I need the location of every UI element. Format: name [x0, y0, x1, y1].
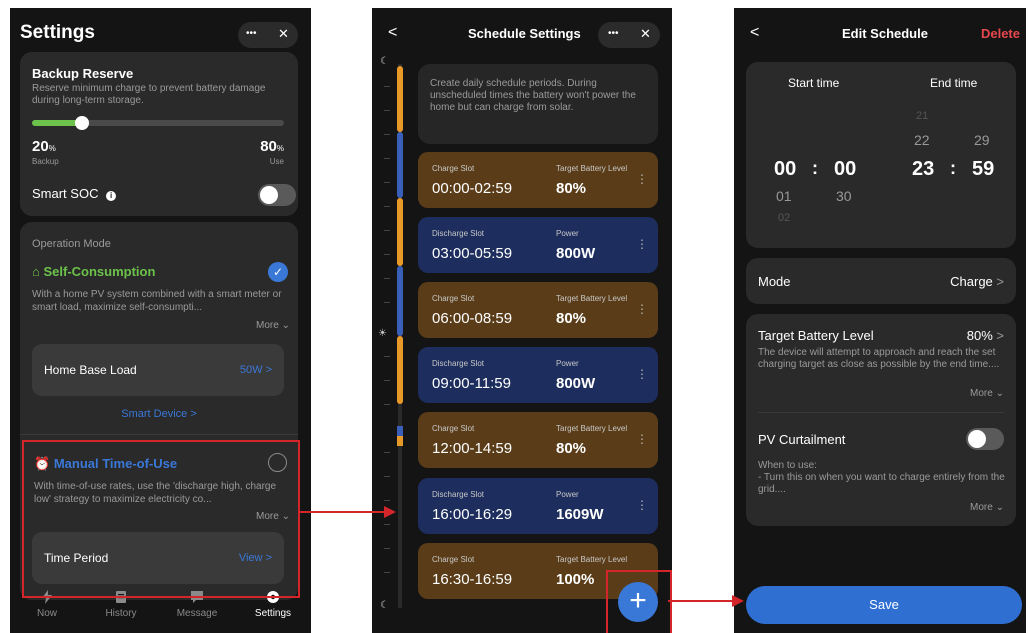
flow-arrows [298, 506, 744, 607]
arrow-head [384, 506, 396, 518]
arrow-head [732, 595, 744, 607]
